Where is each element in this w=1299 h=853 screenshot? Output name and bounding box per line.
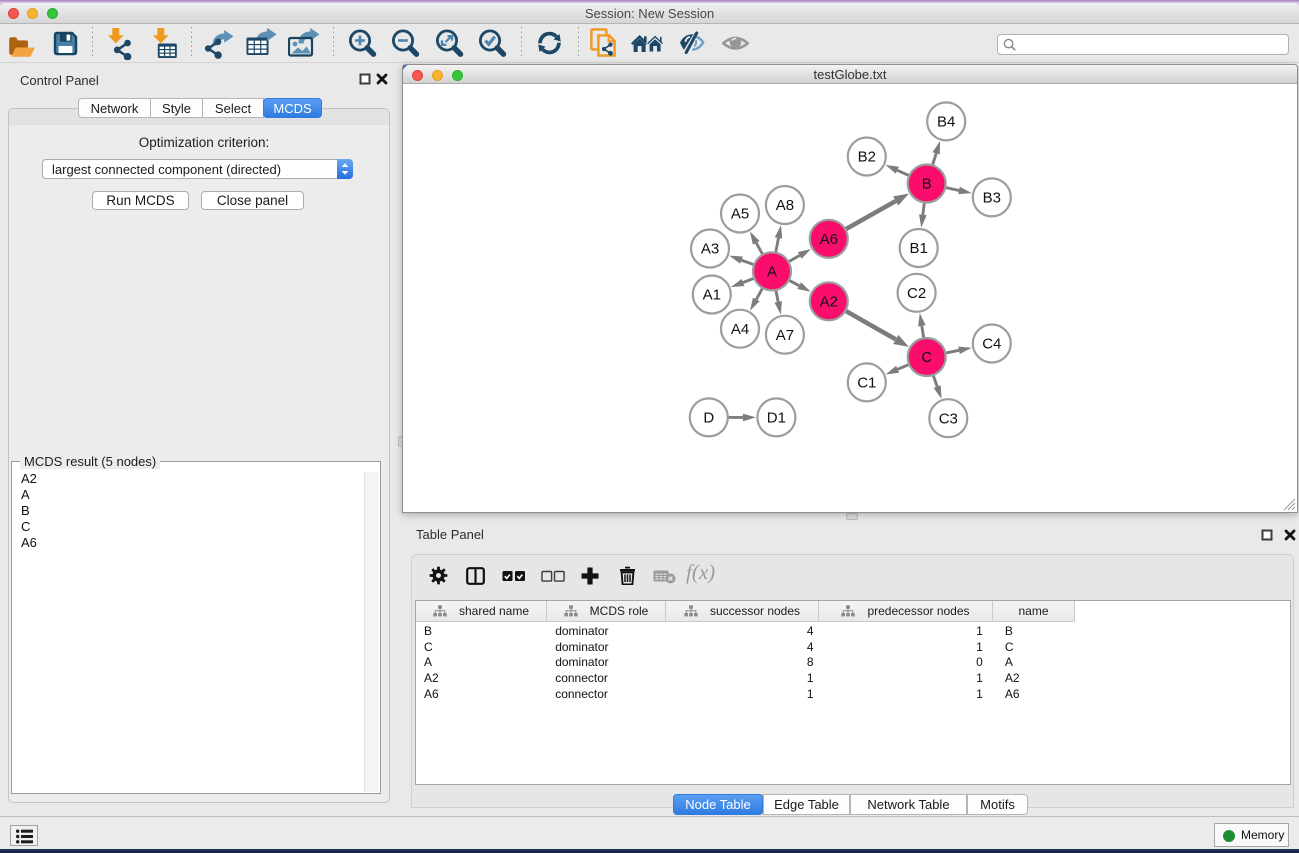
svg-text:B3: B3 xyxy=(983,190,1001,207)
svg-text:A4: A4 xyxy=(731,321,749,338)
svg-text:A6: A6 xyxy=(820,231,838,248)
svg-text:C4: C4 xyxy=(982,336,1001,353)
svg-text:C2: C2 xyxy=(907,285,926,302)
svg-text:D: D xyxy=(703,410,714,427)
svg-text:B1: B1 xyxy=(910,240,928,257)
svg-text:A7: A7 xyxy=(776,327,794,344)
svg-text:C: C xyxy=(921,349,932,366)
svg-text:D1: D1 xyxy=(767,410,786,427)
svg-text:A3: A3 xyxy=(701,241,719,258)
svg-text:A: A xyxy=(767,264,777,281)
svg-text:B: B xyxy=(922,176,932,193)
svg-text:A2: A2 xyxy=(820,294,838,311)
svg-text:B4: B4 xyxy=(937,114,955,131)
svg-text:A8: A8 xyxy=(776,197,794,214)
svg-text:C1: C1 xyxy=(857,375,876,392)
svg-text:A1: A1 xyxy=(703,287,721,304)
svg-text:A5: A5 xyxy=(731,206,749,223)
svg-text:C3: C3 xyxy=(939,410,958,427)
svg-text:B2: B2 xyxy=(858,149,876,166)
